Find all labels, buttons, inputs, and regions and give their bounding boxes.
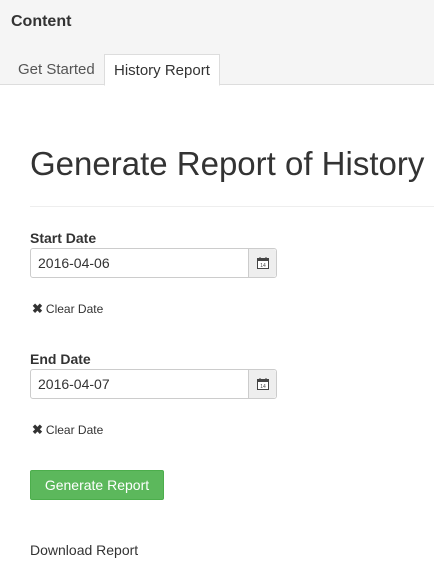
close-icon: ✖ xyxy=(32,422,43,437)
close-icon: ✖ xyxy=(32,301,43,316)
header-bar: Content Get Started History Report xyxy=(0,0,434,86)
start-date-group: 14 xyxy=(30,248,277,278)
end-clear-date-label: Clear Date xyxy=(45,423,104,437)
end-clear-date[interactable]: ✖ Clear Date xyxy=(32,422,103,438)
end-date-label: End Date xyxy=(30,351,91,367)
end-date-calendar-button[interactable]: 14 xyxy=(248,370,276,398)
end-date-input[interactable] xyxy=(31,370,248,398)
start-date-calendar-button[interactable]: 14 xyxy=(248,249,276,277)
start-date-label: Start Date xyxy=(30,230,97,246)
start-clear-date-label: Clear Date xyxy=(45,302,104,316)
start-date-input[interactable] xyxy=(31,249,248,277)
start-clear-date[interactable]: ✖ Clear Date xyxy=(32,301,103,317)
svg-text:14: 14 xyxy=(260,384,266,390)
tab-history-report[interactable]: History Report xyxy=(104,54,220,86)
end-date-group: 14 xyxy=(30,369,277,399)
calendar-icon: 14 xyxy=(256,257,269,269)
calendar-icon: 14 xyxy=(256,378,269,390)
page-title: Generate Report of History xyxy=(30,145,425,182)
title-divider xyxy=(30,206,434,207)
svg-text:14: 14 xyxy=(260,263,266,269)
app-title: Content xyxy=(11,13,72,30)
generate-report-button[interactable]: Generate Report xyxy=(30,470,164,500)
download-report-link[interactable]: Download Report xyxy=(30,542,138,558)
tab-get-started[interactable]: Get Started xyxy=(9,54,104,85)
